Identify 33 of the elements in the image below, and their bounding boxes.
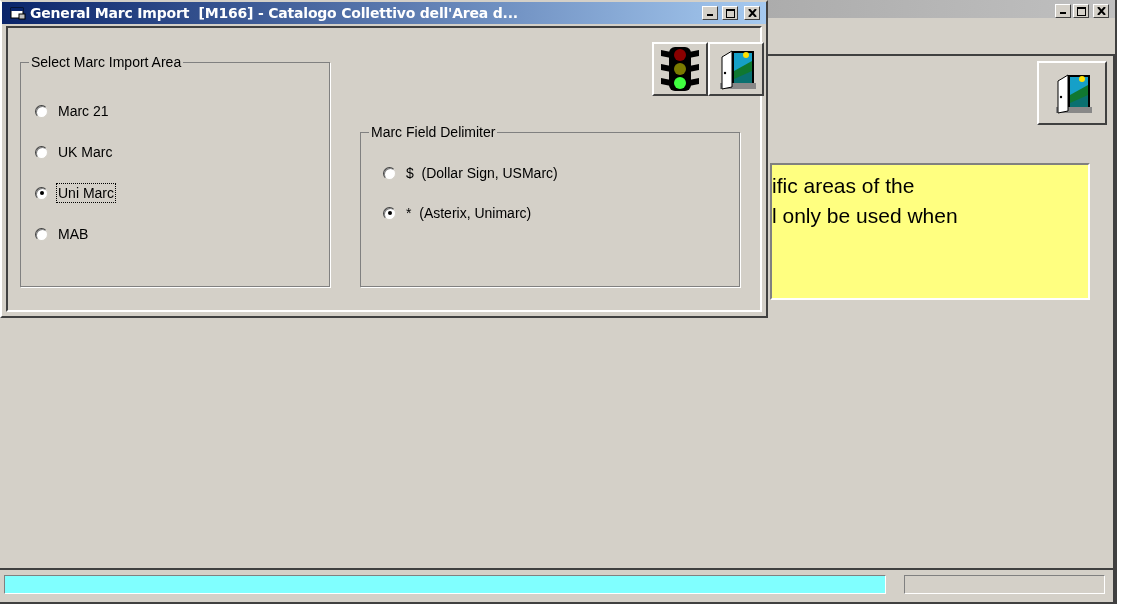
- radio-label: MAB: [57, 225, 90, 244]
- radio-label: * (Asterix, Unimarc): [405, 204, 533, 223]
- radio-button[interactable]: [383, 166, 396, 180]
- info-text: ific areas of the: [772, 173, 916, 199]
- close-button[interactable]: [744, 6, 760, 20]
- minimize-button[interactable]: [1055, 4, 1071, 18]
- exit-button[interactable]: [708, 42, 764, 96]
- info-text: l only be used when: [772, 203, 959, 229]
- radio-button[interactable]: [35, 145, 48, 159]
- window-title: General Marc Import [M166] - Catalogo Collettivo dell'Area d...: [30, 5, 519, 21]
- radio-option[interactable]: MAB: [35, 223, 329, 245]
- close-button[interactable]: [1093, 4, 1109, 18]
- maximize-button[interactable]: [722, 6, 738, 20]
- run-button[interactable]: [652, 42, 708, 96]
- radio-option[interactable]: UK Marc: [35, 141, 329, 163]
- radio-label: UK Marc: [57, 143, 114, 162]
- exit-button[interactable]: [1037, 61, 1107, 125]
- maximize-icon: [1076, 6, 1086, 16]
- radio-label: $ (Dollar Sign, USMarc): [405, 164, 559, 183]
- radio-label: Uni Marc: [56, 183, 116, 203]
- group-label: Select Marc Import Area: [30, 54, 183, 70]
- close-icon: [1096, 7, 1106, 15]
- radio-option[interactable]: * (Asterix, Unimarc): [383, 202, 739, 224]
- maximize-icon: [725, 8, 735, 18]
- radio-label: Marc 21: [57, 102, 110, 121]
- minimize-button[interactable]: [702, 6, 718, 20]
- window-icon: [10, 6, 26, 20]
- radio-option[interactable]: $ (Dollar Sign, USMarc): [383, 162, 739, 184]
- maximize-button[interactable]: [1073, 4, 1089, 18]
- group-label: Marc Field Delimiter: [370, 124, 497, 140]
- radio-option[interactable]: Marc 21: [35, 100, 329, 122]
- radio-option[interactable]: Uni Marc: [35, 182, 329, 204]
- close-icon: [747, 9, 757, 17]
